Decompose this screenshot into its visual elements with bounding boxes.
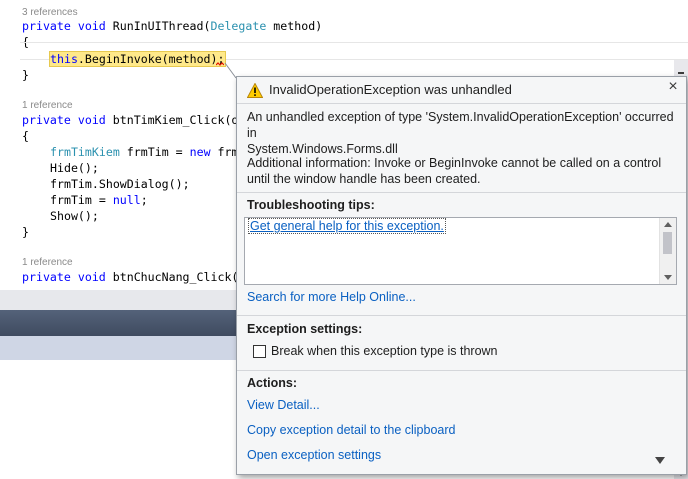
break-on-exception-label[interactable]: Break when this exception type is thrown — [271, 344, 498, 358]
parameter: method) — [266, 19, 323, 33]
keyword: void — [77, 113, 106, 127]
codelens-references[interactable]: 1 reference — [22, 100, 73, 111]
code-line: Hide(); — [50, 161, 99, 175]
actions-heading: Actions: — [247, 376, 297, 390]
code-line: } — [22, 225, 29, 239]
codelens-references[interactable]: 1 reference — [22, 257, 73, 268]
troubleshooting-heading: Troubleshooting tips: — [247, 198, 375, 212]
error-squiggle-icon — [216, 62, 224, 66]
message-line: An unhandled exception of type 'System.I… — [247, 110, 674, 140]
exception-assistant-popup: InvalidOperationException was unhandled … — [236, 76, 687, 475]
copy-exception-detail-link[interactable]: Copy exception detail to the clipboard — [247, 423, 455, 437]
error-statement-highlight: this.BeginInvoke(method); — [49, 51, 226, 67]
divider — [237, 192, 686, 193]
code-line: private void btnChucNang_Click( — [22, 269, 238, 285]
close-icon[interactable]: × — [665, 79, 681, 95]
code-line: private void RunInUIThread(Delegate meth… — [22, 18, 322, 34]
keyword: private — [22, 113, 71, 127]
additional-information: Additional information: Invoke or BeginI… — [247, 155, 677, 187]
keyword: private — [22, 19, 71, 33]
keyword: void — [77, 19, 106, 33]
scroll-up-icon[interactable] — [664, 222, 672, 227]
divider — [237, 370, 686, 371]
code-line: } — [22, 68, 29, 82]
method-signature: RunInUIThread( — [105, 19, 211, 33]
view-detail-link[interactable]: View Detail... — [247, 398, 320, 412]
keyword: new — [189, 145, 211, 159]
search-help-online-link[interactable]: Search for more Help Online... — [247, 290, 416, 304]
method-signature: btnChucNang_Click( — [105, 270, 239, 284]
codelens-references[interactable]: 3 references — [22, 7, 78, 18]
resize-grip-icon[interactable] — [655, 457, 665, 464]
method-signature: btnTimKiem_Click(o — [105, 113, 239, 127]
divider — [237, 315, 686, 316]
code-line: frmTim.ShowDialog(); — [50, 177, 190, 191]
keyword: void — [77, 270, 106, 284]
scrollbar-marker — [678, 72, 684, 74]
troubleshooting-tips-list[interactable]: Get general help for this exception. — [244, 217, 677, 285]
keyword: null — [112, 193, 141, 207]
keyword: private — [22, 270, 71, 284]
code-line: { — [22, 129, 29, 143]
break-on-exception-checkbox[interactable] — [253, 345, 266, 358]
type-name: Delegate — [210, 19, 267, 33]
general-help-link[interactable]: Get general help for this exception. — [248, 218, 446, 234]
open-exception-settings-link[interactable]: Open exception settings — [247, 448, 381, 462]
message-line: Additional information: Invoke or BeginI… — [247, 156, 662, 170]
code-line-error: this.BeginInvoke(method); — [49, 51, 226, 67]
popup-title-bar: InvalidOperationException was unhandled … — [237, 77, 686, 104]
tips-scrollbar[interactable] — [659, 218, 676, 284]
scroll-down-icon[interactable] — [664, 275, 672, 280]
keyword: this — [50, 52, 78, 66]
type-name: frmTimKiem — [50, 145, 120, 159]
warning-icon — [247, 83, 263, 98]
code-line: private void btnTimKiem_Click(o — [22, 112, 238, 128]
statement: .BeginInvoke(method); — [77, 52, 225, 66]
code-line: Show(); — [50, 209, 99, 223]
exception-message: An unhandled exception of type 'System.I… — [247, 109, 677, 157]
message-line: until the window handle has been created… — [247, 172, 481, 186]
exception-title: InvalidOperationException was unhandled — [269, 82, 512, 97]
code-line: frmTimKiem frmTim = new frm — [50, 145, 239, 159]
scrollbar-thumb[interactable] — [663, 232, 672, 254]
code-line: frmTim = null; — [50, 193, 148, 207]
exception-settings-heading: Exception settings: — [247, 322, 363, 336]
